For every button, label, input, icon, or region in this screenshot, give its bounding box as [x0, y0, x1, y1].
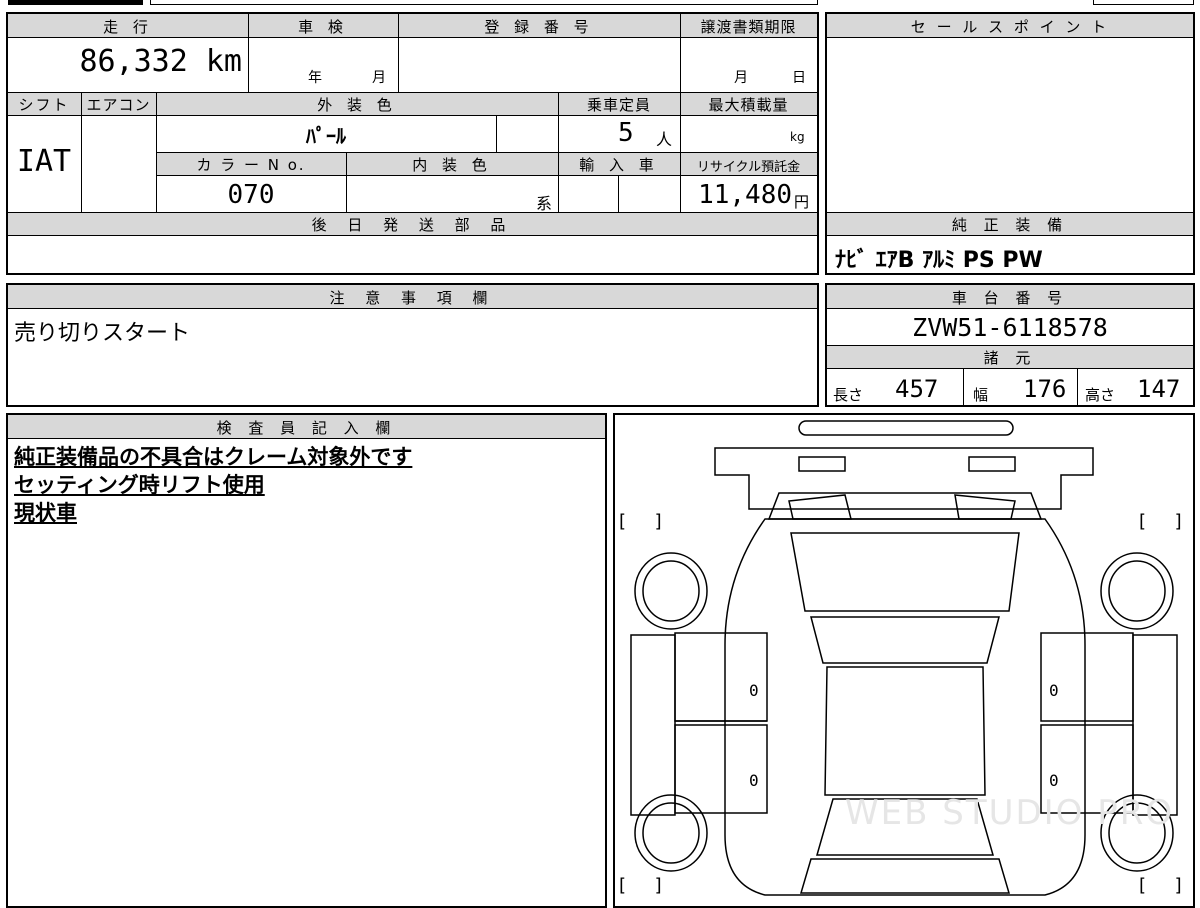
bracket-left-top: [ ]: [619, 511, 662, 532]
chassis-box: 車 台 番 号 ZVW51-6118578 諸 元 長さ 457 幅 176 高…: [825, 283, 1195, 407]
width-value: 176: [1023, 375, 1067, 403]
top-strip: [150, 0, 818, 5]
divider: [680, 14, 681, 212]
inspector-line: セッティング時リフト使用: [14, 473, 265, 497]
interior-color-label: 内 装 色: [412, 156, 492, 174]
top-right-strip: [1093, 0, 1194, 5]
max-load-label: 最大積載量: [708, 96, 789, 114]
shift-label: シフト: [18, 96, 70, 114]
divider: [618, 176, 619, 212]
notes-value: 売り切りスタート: [14, 321, 191, 346]
sales-points-box: セ ー ル ス ポ イ ン ト 純 正 装 備 ﾅﾋﾞ ｴｱB ｱﾙﾐ PS P…: [825, 12, 1195, 275]
divider: [81, 92, 82, 212]
divider: [496, 116, 497, 152]
inspector-label: 検 査 員 記 入 欄: [216, 419, 397, 437]
inspector-box: 検 査 員 記 入 欄 純正装備品の不具合はクレーム対象外です セッティング時リ…: [6, 413, 607, 908]
divider: [156, 92, 157, 212]
recycle-value: 11,480: [698, 180, 792, 210]
transfer-deadline-label: 譲渡書類期限: [700, 18, 797, 36]
capacity-label: 乗車定員: [586, 96, 651, 114]
inspector-line: 純正装備品の不具合はクレーム対象外です: [14, 445, 413, 469]
inspection-year-unit: 年: [308, 70, 322, 86]
transfer-month-unit: 月: [734, 70, 748, 86]
zero-mark: 0: [1049, 681, 1059, 700]
color-no-value: 070: [227, 180, 275, 210]
bracket-left-bottom: [ ]: [619, 875, 662, 896]
recycle-unit: 円: [794, 193, 810, 211]
zero-mark: 0: [749, 771, 759, 790]
divider: [346, 152, 347, 212]
bracket-right-bottom: [ ]: [1139, 875, 1182, 896]
equipment-value: ﾅﾋﾞ ｴｱB ｱﾙﾐ PS PW: [835, 248, 1043, 273]
chassis-number: ZVW51-6118578: [912, 313, 1108, 342]
height-label: 高さ: [1085, 386, 1116, 404]
divider: [1077, 369, 1078, 405]
divider: [558, 92, 559, 212]
exterior-color-value: ﾊﾟｰﾙ: [306, 124, 346, 148]
max-load-unit: kg: [790, 130, 805, 144]
shift-value: IAT: [16, 144, 72, 179]
registration-label: 登 録 番 号: [484, 18, 594, 36]
sales-points-label: セ ー ル ス ポ イ ン ト: [910, 18, 1110, 36]
inspection-month-unit: 月: [372, 70, 386, 86]
height-value: 147: [1137, 375, 1181, 403]
length-label: 長さ: [833, 386, 864, 404]
width-label: 幅: [973, 386, 989, 404]
bracket-right-top: [ ]: [1139, 511, 1182, 532]
divider: [963, 369, 964, 405]
vehicle-diagram: [ ] [ ] [ ] [ ] 0 0 0 0 WEB STUDIO PRO: [613, 413, 1195, 908]
import-label: 輸 入 車: [579, 156, 659, 174]
dimensions-label: 諸 元: [983, 349, 1037, 367]
transfer-day-unit: 日: [792, 70, 806, 86]
inspector-line: 現状車: [14, 501, 77, 525]
exterior-color-label: 外 装 色: [317, 96, 397, 114]
color-no-label: カ ラ ー N o.: [196, 156, 306, 174]
zero-mark: 0: [749, 681, 759, 700]
inspection-label: 車 検: [298, 18, 348, 36]
recycle-label: リサイクル預託金: [696, 160, 801, 175]
interior-color-unit: 系: [536, 194, 553, 213]
top-black-tab: [8, 0, 143, 5]
capacity-value: 5: [618, 118, 634, 148]
capacity-unit: 人: [656, 130, 673, 149]
zero-mark: 0: [1049, 771, 1059, 790]
chassis-label: 車 台 番 号: [951, 289, 1069, 307]
divider: [248, 14, 249, 92]
notes-label: 注 意 事 項 欄: [329, 289, 496, 307]
aircon-label: エアコン: [86, 96, 151, 114]
notes-box: 注 意 事 項 欄 売り切りスタート: [6, 283, 819, 407]
vehicle-info-table: 走 行 車 検 登 録 番 号 譲渡書類期限 86,332 km 年 月 月 日…: [6, 12, 819, 275]
mileage-value: 86,332 km: [79, 44, 242, 79]
watermark: WEB STUDIO PRO: [845, 793, 1175, 833]
length-value: 457: [895, 375, 939, 403]
equipment-label: 純 正 装 備: [951, 216, 1069, 234]
mileage-label: 走 行: [103, 18, 153, 36]
divider: [398, 14, 399, 92]
later-parts-label: 後 日 発 送 部 品: [311, 216, 514, 234]
